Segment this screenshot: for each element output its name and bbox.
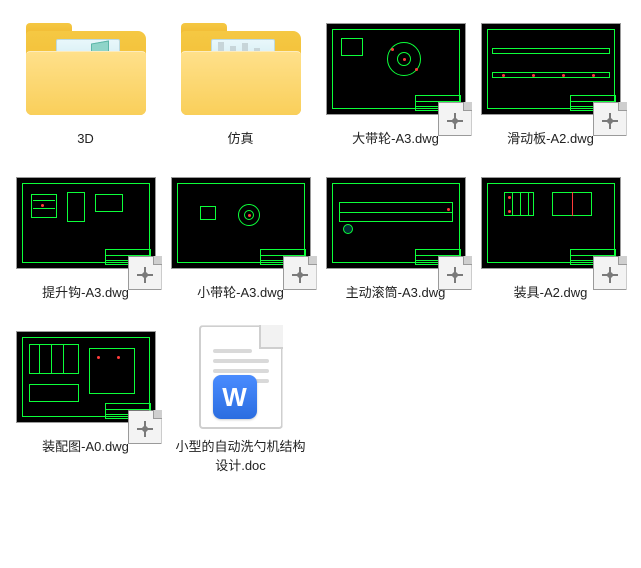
dwg-file-item[interactable]: 小带轮-A3.dwg xyxy=(163,162,318,316)
file-grid: 3D 仿真 xyxy=(8,8,633,489)
file-label: 主动滚筒-A3.dwg xyxy=(346,278,446,302)
dwg-thumbnail xyxy=(324,168,468,278)
dwg-file-item[interactable]: 主动滚筒-A3.dwg xyxy=(318,162,473,316)
cad-preview-icon xyxy=(326,177,466,269)
cad-preview-icon xyxy=(171,177,311,269)
dwg-thumbnail xyxy=(479,168,623,278)
cad-preview-icon xyxy=(16,331,156,423)
dwg-thumbnail xyxy=(14,322,158,432)
file-label: 装具-A2.dwg xyxy=(514,278,588,302)
file-label: 提升钩-A3.dwg xyxy=(42,278,129,302)
dwg-file-item[interactable]: 提升钩-A3.dwg xyxy=(8,162,163,316)
folder-thumbnail xyxy=(14,14,158,124)
cad-preview-icon xyxy=(481,177,621,269)
dwg-file-item[interactable]: 滑动板-A2.dwg xyxy=(473,8,628,162)
file-label: 仿真 xyxy=(227,124,253,148)
cad-preview-icon xyxy=(16,177,156,269)
file-label: 小带轮-A3.dwg xyxy=(197,278,284,302)
dwg-file-item[interactable]: 大带轮-A3.dwg xyxy=(318,8,473,162)
folder-item[interactable]: 仿真 xyxy=(163,8,318,162)
dwg-thumbnail xyxy=(169,168,313,278)
folder-thumbnail xyxy=(169,14,313,124)
folder-item[interactable]: 3D xyxy=(8,8,163,162)
folder-icon xyxy=(181,23,301,115)
doc-thumbnail: W xyxy=(169,322,313,432)
file-label: 装配图-A0.dwg xyxy=(42,432,129,456)
word-doc-icon: W xyxy=(199,325,283,429)
dwg-file-item[interactable]: 装配图-A0.dwg xyxy=(8,316,163,488)
dwg-thumbnail xyxy=(324,14,468,124)
file-label: 滑动板-A2.dwg xyxy=(507,124,594,148)
dwg-file-item[interactable]: 装具-A2.dwg xyxy=(473,162,628,316)
dwg-thumbnail xyxy=(479,14,623,124)
file-label: 大带轮-A3.dwg xyxy=(352,124,439,148)
file-label: 小型的自动洗勺机结构设计.doc xyxy=(171,432,311,474)
dwg-thumbnail xyxy=(14,168,158,278)
word-badge-icon: W xyxy=(213,375,257,419)
folder-icon xyxy=(26,23,146,115)
cad-preview-icon xyxy=(326,23,466,115)
cad-preview-icon xyxy=(481,23,621,115)
doc-file-item[interactable]: W 小型的自动洗勺机结构设计.doc xyxy=(163,316,318,488)
file-label: 3D xyxy=(77,124,94,148)
